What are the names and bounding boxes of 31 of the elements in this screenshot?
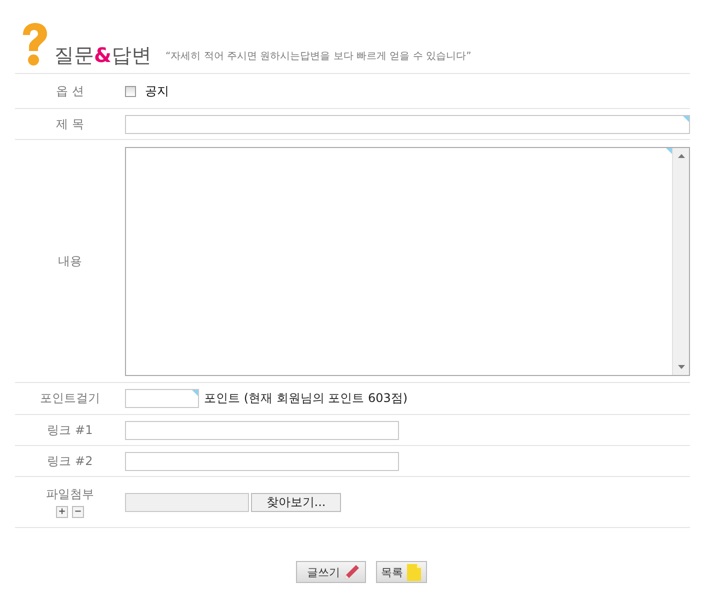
question-mark-icon [20,23,48,67]
field-label: 옵 션 [56,82,84,100]
note-icon [407,564,421,580]
text-field[interactable] [125,452,399,470]
checkbox-label: 공지 [145,82,169,100]
scrollbar[interactable] [672,148,689,374]
points-field[interactable] [125,389,199,408]
scroll-down-icon[interactable] [678,364,684,368]
field-label: 포인트걸기 [40,390,100,407]
pencil-icon [344,564,360,580]
page-subtitle: “자세히 적어 주시면 원하시는답변을 보다 빠르게 얻을 수 있습니다” [165,50,472,63]
text-field[interactable] [125,114,690,134]
page-title: 질문&답변 [54,43,152,67]
checkbox[interactable] [125,86,136,96]
field-label: 링크 #1 [47,422,93,438]
field-label: 링크 #2 [47,452,93,470]
browse-button[interactable]: 찾아보기... [251,492,341,512]
scroll-up-icon[interactable] [678,154,684,158]
textarea-field[interactable] [125,146,690,376]
list-button[interactable]: 목록 [376,561,427,583]
remove-button[interactable]: − [72,506,84,518]
add-button[interactable]: + [56,506,68,518]
text-field[interactable] [125,420,399,440]
field-label: 파일첨부 [46,486,94,503]
write-button[interactable]: 글쓰기 [296,561,366,583]
field-label: 내용 [58,252,82,270]
field-label: 제 목 [56,116,84,132]
corner-icon [192,390,198,396]
file-field[interactable] [125,492,249,512]
points-note: 포인트 (현재 회원님의 포인트 603점) [204,390,408,407]
corner-icon [683,116,689,122]
